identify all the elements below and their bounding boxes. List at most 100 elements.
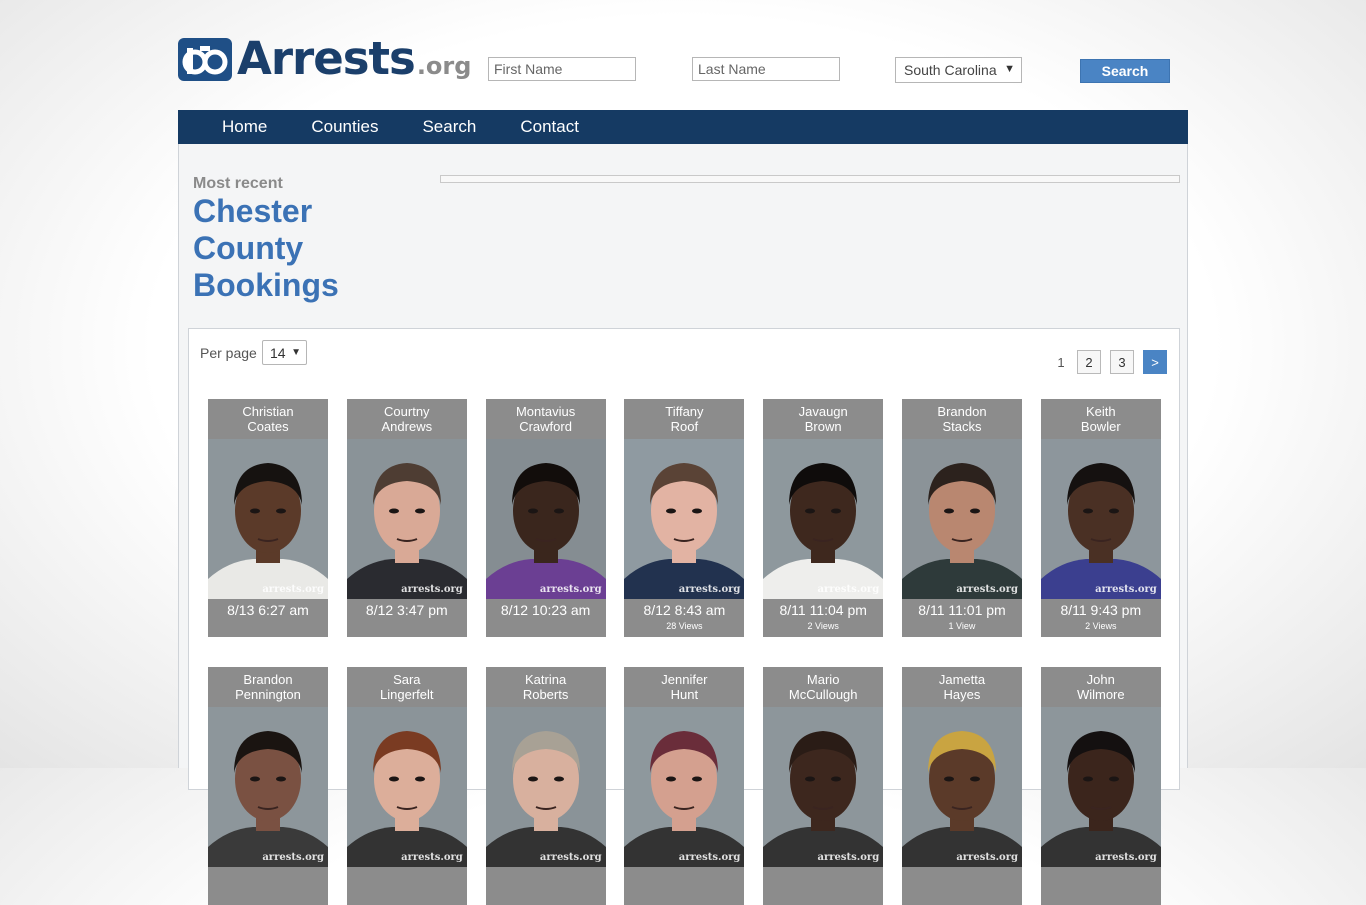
mugshot-photo[interactable]: arrests.org	[901, 439, 1022, 599]
booking-first-name: Jametta	[938, 672, 986, 687]
watermark: arrests.org	[956, 584, 1018, 595]
booking-last-name: Wilmore	[1076, 687, 1125, 702]
booking-first-name: John	[1086, 672, 1115, 687]
booking-views: 2 Views	[807, 621, 839, 631]
watermark: arrests.org	[817, 852, 880, 863]
booking-card[interactable]: Christian Coates arrests.org 8/13 6:27 am	[208, 399, 328, 637]
booking-last-name: Brown	[804, 419, 842, 434]
watermark: arrests.org	[678, 852, 741, 863]
booking-last-name: Andrews	[381, 419, 433, 434]
booking-first-name: Sara	[393, 672, 421, 687]
booking-card[interactable]: Courtny Andrews arrests.org 8/12 3:47 pm	[346, 399, 467, 637]
booking-name: John Wilmore	[1041, 667, 1161, 707]
nav-search[interactable]: Search	[400, 117, 498, 137]
nav-counties[interactable]: Counties	[289, 117, 400, 137]
booking-first-name: Brandon	[937, 404, 987, 419]
page-title-line: Bookings	[193, 267, 339, 303]
watermark: arrests.org	[678, 584, 741, 595]
page-title-line: County	[193, 230, 304, 266]
booking-name: Mario McCullough	[763, 667, 883, 707]
booking-card[interactable]: Javaugn Brown arrests.org 8/11 11:04 pm 2 Vi…	[763, 399, 884, 637]
state-select-value: South Carolina	[904, 62, 997, 78]
per-page-select[interactable]: 14 ▼	[262, 340, 307, 365]
booking-card[interactable]: John Wilmore arrests.org	[1040, 667, 1161, 905]
booking-last-name: Pennington	[235, 687, 301, 702]
booking-last-name: Roof	[670, 419, 699, 434]
watermark: arrests.org	[401, 852, 463, 863]
booking-name: Courtny Andrews	[347, 399, 467, 439]
booking-card[interactable]: Jametta Hayes arrests.org	[901, 667, 1022, 905]
booking-first-name: Keith	[1085, 404, 1116, 419]
watermark: arrests.org	[262, 584, 324, 595]
booking-last-name: Stacks	[942, 419, 982, 434]
booking-card[interactable]: Mario McCullough arrests.org	[763, 667, 884, 905]
booking-name: Javaugn Brown	[763, 399, 883, 439]
watermark: arrests.org	[539, 584, 602, 595]
handcuffs-icon	[178, 38, 232, 81]
booking-time: 8/11 11:04 pm	[779, 602, 867, 618]
chevron-down-icon: ▼	[1004, 63, 1015, 75]
booking-first-name: Mario	[806, 672, 840, 687]
mugshot-photo[interactable]: arrests.org	[1040, 439, 1161, 599]
state-select[interactable]: South Carolina ▼	[895, 57, 1022, 83]
booking-first-name: Christian	[242, 404, 294, 419]
booking-card[interactable]: Keith Bowler arrests.org 8/11 9:43 pm 2 View…	[1040, 399, 1161, 637]
watermark: arrests.org	[1095, 584, 1157, 595]
booking-name: Montavius Crawford	[486, 399, 606, 439]
mugshot-photo[interactable]: arrests.org	[763, 707, 884, 867]
nav-contact[interactable]: Contact	[498, 117, 601, 137]
mugshot-photo[interactable]: arrests.org	[208, 707, 328, 867]
mugshot-photo[interactable]: arrests.org	[346, 439, 467, 599]
booking-card[interactable]: Tiffany Roof arrests.org 8/12 8:43 am 28 Vie…	[624, 399, 745, 637]
booking-views: 2 Views	[1085, 621, 1117, 631]
page-link-2[interactable]: 2	[1077, 350, 1101, 374]
ad-placeholder	[440, 175, 1180, 183]
booking-first-name: Katrina	[524, 672, 567, 687]
booking-last-name: Coates	[247, 419, 289, 434]
booking-card[interactable]: Katrina Roberts arrests.org	[485, 667, 606, 905]
booking-card[interactable]: Jennifer Hunt arrests.org	[624, 667, 745, 905]
booking-time: 8/13 6:27 am	[227, 602, 309, 618]
watermark: arrests.org	[956, 852, 1018, 863]
mugshot-photo[interactable]: arrests.org	[763, 439, 884, 599]
booking-last-name: Crawford	[519, 419, 572, 434]
watermark: arrests.org	[817, 584, 880, 595]
page-title: Chester County Bookings	[193, 193, 393, 304]
booking-first-name: Montavius	[515, 404, 576, 419]
last-name-input[interactable]	[692, 57, 840, 81]
search-button[interactable]: Search	[1080, 59, 1170, 83]
booking-card[interactable]: Brandon Pennington arrests.org	[208, 667, 328, 905]
mugshot-photo[interactable]: arrests.org	[624, 707, 745, 867]
booking-time: 8/12 3:47 pm	[365, 602, 448, 618]
nav-home[interactable]: Home	[178, 117, 289, 137]
booking-time: 8/12 10:23 am	[500, 602, 591, 618]
booking-first-name: Javaugn	[798, 404, 848, 419]
mugshot-photo[interactable]: arrests.org	[485, 707, 606, 867]
chevron-down-icon: ▼	[291, 347, 301, 358]
brand-name: Arrests	[237, 32, 416, 85]
mugshot-photo[interactable]: arrests.org	[485, 439, 606, 599]
mugshot-photo[interactable]: arrests.org	[1040, 707, 1161, 867]
mugshot-photo[interactable]: arrests.org	[208, 439, 328, 599]
booking-first-name: Tiffany	[665, 404, 704, 419]
first-name-input[interactable]	[488, 57, 636, 81]
brand-tld: .org	[416, 52, 472, 80]
booking-card[interactable]: Montavius Crawford arrests.org 8/12 10:23 a…	[485, 399, 606, 637]
booking-last-name: Hayes	[943, 687, 981, 702]
next-page-button[interactable]: >	[1143, 350, 1167, 374]
booking-last-name: Hunt	[670, 687, 699, 702]
watermark: arrests.org	[401, 584, 463, 595]
page-current: 1	[1057, 354, 1065, 370]
booking-card[interactable]: Brandon Stacks arrests.org 8/11 11:01 pm 1 V…	[901, 399, 1022, 637]
mugshot-photo[interactable]: arrests.org	[624, 439, 745, 599]
page-title-line: Chester	[193, 193, 313, 229]
booking-time: 8/12 8:43 am	[643, 602, 726, 618]
watermark: arrests.org	[539, 852, 602, 863]
booking-card[interactable]: Sara Lingerfelt arrests.org	[346, 667, 467, 905]
page-link-3[interactable]: 3	[1110, 350, 1134, 374]
mugshot-photo[interactable]: arrests.org	[346, 707, 467, 867]
booking-name: Sara Lingerfelt	[347, 667, 467, 707]
page-container: Arrests .org South Carolina ▼ Search Hom…	[178, 0, 1188, 905]
mugshot-photo[interactable]: arrests.org	[901, 707, 1022, 867]
site-logo[interactable]: Arrests .org	[178, 36, 471, 81]
